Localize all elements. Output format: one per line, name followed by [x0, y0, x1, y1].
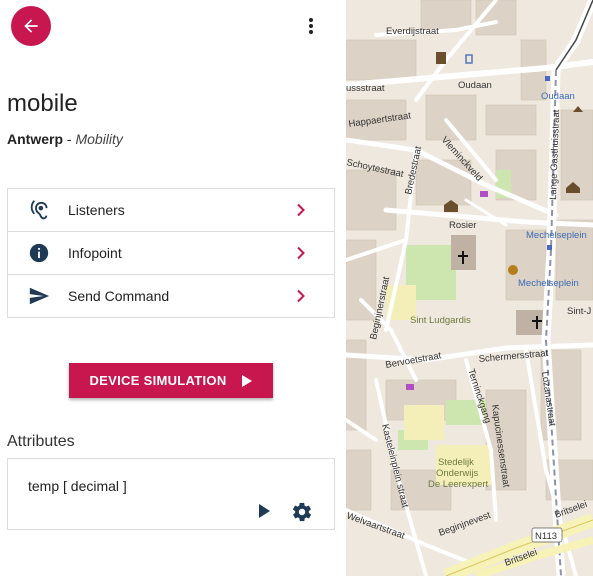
- menu-item-infopoint[interactable]: Infopoint: [8, 232, 334, 275]
- chevron-right-icon: [297, 289, 305, 303]
- street-label: ussstraat: [346, 83, 385, 94]
- street-label: Rosier: [449, 220, 476, 231]
- street-label: Sint-J: [567, 306, 592, 317]
- device-city: Antwerp: [7, 131, 63, 147]
- street-label: Mechelseplein: [518, 278, 579, 289]
- street-label: Everdijstraat: [386, 26, 439, 37]
- menu-item-label: Send Command: [68, 288, 170, 304]
- attribute-label: temp [ decimal ]: [28, 478, 127, 494]
- attribute-card: temp [ decimal ]: [7, 458, 335, 530]
- street-label: N113: [535, 531, 557, 542]
- info-icon: [28, 242, 50, 264]
- street-label: Oudaan: [541, 91, 575, 102]
- street-label: Stedelijk: [438, 457, 474, 468]
- menu-item-send-command[interactable]: Send Command: [8, 275, 334, 317]
- street-label: Sint Ludgardis: [410, 315, 471, 326]
- device-title: mobile: [7, 90, 78, 117]
- street-label: Mechelseplein: [526, 230, 587, 241]
- ear-icon: [28, 199, 50, 221]
- device-menu: Listeners Infopoint Send Command: [7, 188, 335, 318]
- arrow-left-icon: [24, 19, 38, 33]
- play-icon[interactable]: [256, 503, 272, 519]
- device-category: Mobility: [75, 131, 123, 147]
- map-canvas[interactable]: Everdijstraat Oudaan Oudaan ussstraat Ha…: [346, 0, 593, 576]
- street-label: De Leerexpert: [428, 479, 489, 490]
- map[interactable]: Everdijstraat Oudaan Oudaan ussstraat Ha…: [346, 0, 593, 576]
- menu-item-listeners[interactable]: Listeners: [8, 189, 334, 232]
- more-menu-button[interactable]: [296, 11, 326, 41]
- device-simulation-button[interactable]: DEVICE SIMULATION: [69, 363, 273, 398]
- street-label: Onderwijs: [436, 468, 478, 479]
- device-panel: mobile Antwerp - Mobility Listeners Info…: [0, 0, 346, 576]
- chevron-right-icon: [297, 246, 305, 260]
- gear-icon[interactable]: [291, 501, 313, 523]
- menu-item-label: Infopoint: [68, 245, 122, 261]
- menu-item-label: Listeners: [68, 202, 125, 218]
- street-label: Oudaan: [458, 80, 492, 91]
- subtitle-separator: -: [63, 131, 76, 147]
- back-button[interactable]: [11, 6, 51, 46]
- play-icon: [241, 374, 252, 387]
- more-vert-icon: [309, 18, 313, 34]
- attributes-heading: Attributes: [7, 433, 75, 450]
- device-simulation-label: DEVICE SIMULATION: [89, 373, 227, 388]
- send-icon: [28, 285, 50, 307]
- device-subtitle: Antwerp - Mobility: [7, 131, 123, 147]
- chevron-right-icon: [297, 203, 305, 217]
